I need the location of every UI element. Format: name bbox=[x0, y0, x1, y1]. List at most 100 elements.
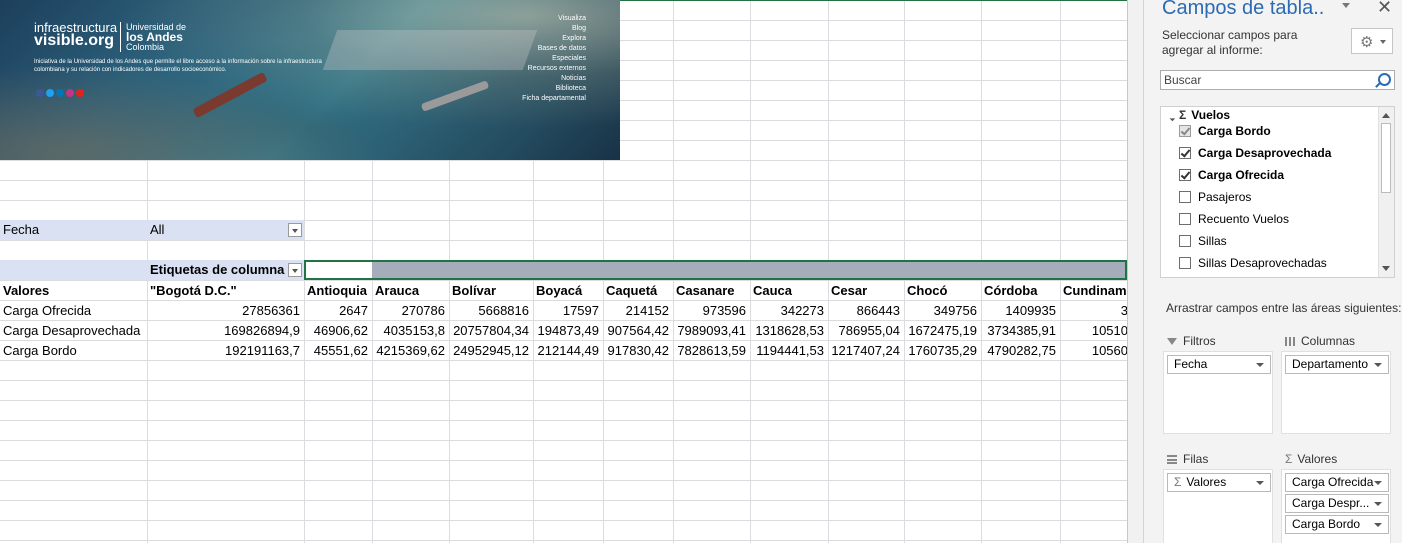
tools-button[interactable]: ⚙ bbox=[1351, 28, 1393, 54]
field-item[interactable]: Pasajeros bbox=[1179, 187, 1251, 207]
pivot-value-cell[interactable]: 17597 bbox=[533, 301, 603, 321]
pivot-value-cell[interactable]: 4790282,75 bbox=[981, 341, 1060, 361]
pivot-column-header[interactable]: Cesar bbox=[828, 281, 904, 301]
pivot-value-cell[interactable]: 1760735,29 bbox=[904, 341, 981, 361]
column-labels-dropdown-button[interactable] bbox=[288, 263, 302, 277]
pivot-column-header[interactable]: Casanare bbox=[673, 281, 750, 301]
pivot-column-header[interactable]: Boyacá bbox=[533, 281, 603, 301]
field-checkbox[interactable] bbox=[1179, 235, 1191, 247]
pivot-value-cell[interactable]: 973596 bbox=[673, 301, 750, 321]
pivot-value-cell[interactable]: 270786 bbox=[372, 301, 449, 321]
rows-area[interactable]: Filas Σ Valores bbox=[1163, 449, 1273, 543]
pivot-row-label[interactable]: Carga Desaprovechada bbox=[0, 321, 147, 341]
values-area[interactable]: Σ Valores Carga Ofrecida Carga Despr... Car… bbox=[1281, 449, 1391, 543]
search-icon[interactable] bbox=[1378, 73, 1391, 86]
field-checkbox[interactable] bbox=[1179, 213, 1191, 225]
field-item[interactable]: Carga Ofrecida bbox=[1179, 165, 1284, 185]
values-area-chip[interactable]: Carga Despr... bbox=[1285, 494, 1389, 513]
pivot-value-cell[interactable]: 10510 bbox=[1060, 321, 1127, 341]
columns-area-body[interactable]: Departamento bbox=[1281, 351, 1391, 434]
pivot-value-cell[interactable]: 907564,42 bbox=[603, 321, 673, 341]
field-checkbox[interactable] bbox=[1179, 257, 1191, 269]
scroll-up-icon[interactable] bbox=[1382, 113, 1390, 118]
search-input[interactable]: Buscar bbox=[1160, 70, 1395, 90]
pivot-value-cell[interactable]: 7989093,41 bbox=[673, 321, 750, 341]
pivot-value-cell[interactable]: 2647 bbox=[304, 301, 372, 321]
grid-row-line bbox=[0, 420, 1127, 421]
rows-area-chip[interactable]: Σ Valores bbox=[1167, 473, 1271, 492]
pivot-value-cell[interactable]: 866443 bbox=[828, 301, 904, 321]
pivot-value-cell[interactable]: 4035153,8 bbox=[372, 321, 449, 341]
values-area-body[interactable]: Carga Ofrecida Carga Despr... Carga Bordo bbox=[1281, 469, 1391, 543]
scroll-thumb[interactable] bbox=[1381, 123, 1391, 193]
instagram-icon bbox=[66, 89, 74, 97]
field-item[interactable]: Sillas Desaprovechadas bbox=[1179, 253, 1327, 273]
columns-area-chip[interactable]: Departamento bbox=[1285, 355, 1389, 374]
selected-range[interactable] bbox=[304, 260, 1127, 280]
pivot-value-cell[interactable]: 3734385,91 bbox=[981, 321, 1060, 341]
pivot-column-header[interactable]: Arauca bbox=[372, 281, 449, 301]
rows-area-body[interactable]: Σ Valores bbox=[1163, 469, 1273, 543]
pivot-value-cell[interactable]: 1409935 bbox=[981, 301, 1060, 321]
field-group-vuelos[interactable]: Σ Vuelos bbox=[1166, 108, 1230, 122]
filter-dropdown-button[interactable] bbox=[288, 223, 302, 237]
pivot-value-cell[interactable]: 5668816 bbox=[449, 301, 533, 321]
filters-area-body[interactable]: Fecha bbox=[1163, 351, 1273, 434]
field-checkbox[interactable] bbox=[1179, 125, 1191, 137]
pivot-column-header[interactable]: Chocó bbox=[904, 281, 981, 301]
pivot-value-cell[interactable]: 1217407,24 bbox=[828, 341, 904, 361]
pivot-value-cell[interactable]: 917830,42 bbox=[603, 341, 673, 361]
columns-area[interactable]: Columnas Departamento bbox=[1281, 331, 1391, 434]
field-item[interactable]: Carga Bordo bbox=[1179, 121, 1271, 141]
pivot-value-cell[interactable]: 20757804,34 bbox=[449, 321, 533, 341]
pivot-value-cell[interactable]: 194873,49 bbox=[533, 321, 603, 341]
pivot-value-cell[interactable]: 10560 bbox=[1060, 341, 1127, 361]
pivot-value-cell[interactable]: 3 bbox=[1060, 301, 1127, 321]
pivot-value-cell[interactable]: 1672475,19 bbox=[904, 321, 981, 341]
pivot-value-cell[interactable]: 342273 bbox=[750, 301, 828, 321]
pivot-value-cell[interactable]: 4215369,62 bbox=[372, 341, 449, 361]
pivot-value-cell[interactable]: 349756 bbox=[904, 301, 981, 321]
pivot-column-header[interactable]: Cundinama bbox=[1060, 281, 1127, 301]
pivot-row-label[interactable]: Carga Bordo bbox=[0, 341, 147, 361]
values-area-chip[interactable]: Carga Bordo bbox=[1285, 515, 1389, 534]
pivot-row-label[interactable]: Carga Ofrecida bbox=[0, 301, 147, 321]
filters-area-chip[interactable]: Fecha bbox=[1167, 355, 1271, 374]
collapse-icon[interactable] bbox=[1166, 112, 1176, 122]
field-list[interactable]: Σ Vuelos Carga Bordo Carga Desaprovechada C… bbox=[1160, 106, 1395, 278]
field-item[interactable]: Carga Desaprovechada bbox=[1179, 143, 1331, 163]
pivot-value-cell[interactable]: 169826894,9 bbox=[147, 321, 304, 341]
pivot-column-header[interactable]: "Bogotá D.C." bbox=[147, 281, 304, 301]
pivot-value-cell[interactable]: 786955,04 bbox=[828, 321, 904, 341]
pivot-value-cell[interactable]: 45551,62 bbox=[304, 341, 372, 361]
pivot-column-header[interactable]: Antioquia bbox=[304, 281, 372, 301]
pivot-fields-pane: Campos de tabla.. ✕ Seleccionar campos p… bbox=[1143, 0, 1402, 543]
field-checkbox[interactable] bbox=[1179, 191, 1191, 203]
pane-options-dropdown-icon[interactable] bbox=[1342, 3, 1350, 8]
pivot-value-cell[interactable]: 27856361 bbox=[147, 301, 304, 321]
pivot-value-cell[interactable]: 1194441,53 bbox=[750, 341, 828, 361]
sheet-vertical-scrollbar[interactable] bbox=[1127, 0, 1143, 543]
field-checkbox[interactable] bbox=[1179, 147, 1191, 159]
pivot-column-header[interactable]: Cauca bbox=[750, 281, 828, 301]
spreadsheet-grid[interactable]: infraestructura visible.org Universidad … bbox=[0, 0, 1127, 543]
close-icon[interactable]: ✕ bbox=[1377, 0, 1392, 18]
field-item[interactable]: Sillas bbox=[1179, 231, 1227, 251]
filter-value[interactable]: All bbox=[147, 220, 304, 240]
pivot-column-header[interactable]: Córdoba bbox=[981, 281, 1060, 301]
field-list-scrollbar[interactable] bbox=[1378, 107, 1394, 277]
pivot-value-cell[interactable]: 214152 bbox=[603, 301, 673, 321]
pivot-column-header[interactable]: Caquetá bbox=[603, 281, 673, 301]
filters-area[interactable]: Filtros Fecha bbox=[1163, 331, 1273, 434]
scroll-down-icon[interactable] bbox=[1382, 266, 1390, 271]
pivot-column-header[interactable]: Bolívar bbox=[449, 281, 533, 301]
pivot-value-cell[interactable]: 7828613,59 bbox=[673, 341, 750, 361]
values-area-chip[interactable]: Carga Ofrecida bbox=[1285, 473, 1389, 492]
pivot-value-cell[interactable]: 1318628,53 bbox=[750, 321, 828, 341]
field-item[interactable]: Recuento Vuelos bbox=[1179, 209, 1289, 229]
pivot-value-cell[interactable]: 24952945,12 bbox=[449, 341, 533, 361]
pivot-value-cell[interactable]: 212144,49 bbox=[533, 341, 603, 361]
pivot-value-cell[interactable]: 46906,62 bbox=[304, 321, 372, 341]
field-checkbox[interactable] bbox=[1179, 169, 1191, 181]
pivot-value-cell[interactable]: 192191163,7 bbox=[147, 341, 304, 361]
